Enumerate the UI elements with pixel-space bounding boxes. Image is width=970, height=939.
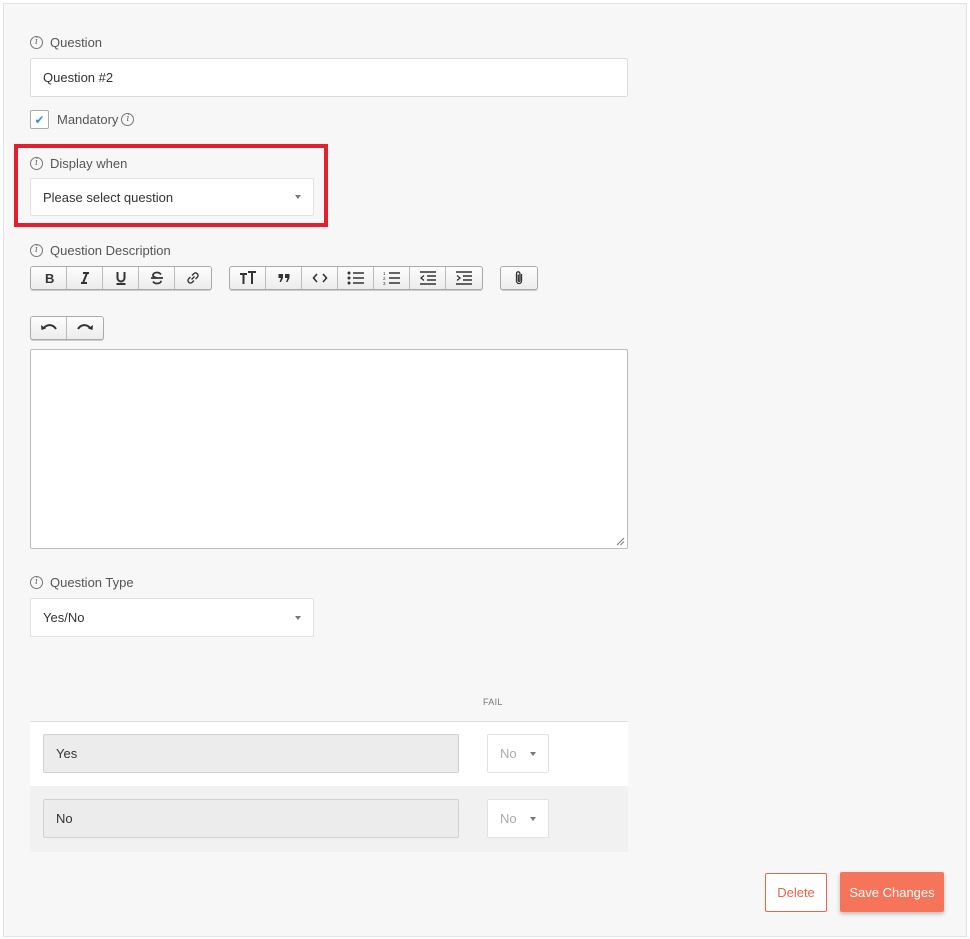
- table-row: No No: [30, 786, 628, 852]
- chevron-down-icon: [295, 615, 301, 620]
- history-toolbar-group: [30, 316, 104, 340]
- table-row: Yes No: [30, 722, 628, 786]
- info-icon[interactable]: i: [30, 157, 43, 170]
- display-when-label: Display when: [50, 156, 128, 171]
- outdent-icon[interactable]: [410, 267, 446, 289]
- info-icon[interactable]: i: [30, 36, 43, 49]
- question-label-row: i Question: [30, 35, 102, 50]
- heading-icon[interactable]: [230, 267, 266, 289]
- info-icon[interactable]: i: [30, 576, 43, 589]
- block-toolbar-group: 123: [229, 266, 483, 290]
- question-input[interactable]: Question #2: [30, 58, 628, 97]
- question-label: Question: [50, 35, 103, 50]
- fail-value: No: [500, 811, 517, 826]
- description-label: Question Description: [50, 243, 171, 258]
- indent-icon[interactable]: [446, 267, 482, 289]
- undo-icon[interactable]: [31, 317, 67, 339]
- info-icon[interactable]: i: [30, 244, 43, 257]
- fail-select[interactable]: No: [487, 734, 549, 773]
- check-icon: ✔: [34, 112, 45, 127]
- description-label-row: i Question Description: [30, 243, 171, 258]
- description-textarea[interactable]: [30, 349, 628, 549]
- question-type-label-row: i Question Type: [30, 575, 134, 590]
- display-when-select[interactable]: Please select question: [30, 178, 314, 216]
- underline-icon[interactable]: [103, 267, 139, 289]
- answer-input[interactable]: Yes: [43, 734, 459, 773]
- bullet-list-icon[interactable]: [338, 267, 374, 289]
- info-icon[interactable]: i: [121, 113, 135, 126]
- fail-column-header: FAIL: [483, 697, 503, 707]
- numbered-list-icon[interactable]: 123: [374, 267, 410, 289]
- question-type-label: Question Type: [50, 575, 134, 590]
- display-when-label-row: i Display when: [30, 156, 127, 171]
- question-editor-panel: i Question Question #2 ✔ Mandatory i i D…: [3, 3, 967, 937]
- strikethrough-icon[interactable]: [139, 267, 175, 289]
- bold-icon[interactable]: B: [31, 267, 67, 289]
- chevron-down-icon: [530, 751, 536, 756]
- attach-toolbar-group: [500, 266, 538, 290]
- question-type-value: Yes/No: [43, 610, 85, 625]
- attachment-icon[interactable]: [501, 267, 537, 289]
- code-icon[interactable]: [302, 267, 338, 289]
- save-changes-button[interactable]: Save Changes: [840, 872, 944, 912]
- italic-icon[interactable]: [67, 267, 103, 289]
- link-icon[interactable]: [175, 267, 211, 289]
- resize-handle-icon[interactable]: [616, 537, 625, 546]
- chevron-down-icon: [295, 195, 301, 199]
- svg-text:B: B: [45, 271, 54, 285]
- fail-select[interactable]: No: [487, 799, 549, 838]
- chevron-down-icon: [530, 816, 536, 821]
- svg-text:3: 3: [383, 281, 386, 285]
- delete-button[interactable]: Delete: [765, 873, 827, 912]
- quote-icon[interactable]: [266, 267, 302, 289]
- mandatory-checkbox[interactable]: ✔: [30, 110, 49, 129]
- question-type-select[interactable]: Yes/No: [30, 598, 314, 637]
- fail-value: No: [500, 746, 517, 761]
- display-when-value: Please select question: [43, 189, 174, 205]
- answer-input[interactable]: No: [43, 799, 459, 838]
- redo-icon[interactable]: [67, 317, 103, 339]
- mandatory-row: ✔ Mandatory i: [30, 110, 135, 129]
- format-toolbar-group: B: [30, 266, 212, 290]
- mandatory-label: Mandatory: [57, 112, 119, 127]
